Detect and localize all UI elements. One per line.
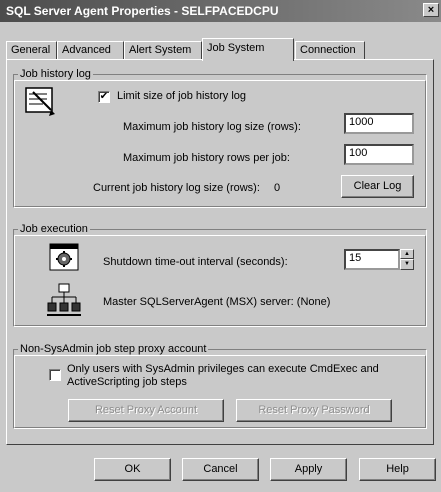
job-execution-legend: Job execution bbox=[20, 223, 88, 235]
spin-up-icon[interactable]: ▲ bbox=[400, 249, 414, 259]
max-per-job-label: Maximum job history rows per job: bbox=[123, 152, 290, 164]
ok-button[interactable]: OK bbox=[94, 458, 171, 481]
shutdown-timeout-input[interactable]: 15 bbox=[344, 249, 400, 270]
msx-server-icon bbox=[47, 283, 81, 316]
apply-button[interactable]: Apply bbox=[270, 458, 347, 481]
tab-advanced[interactable]: Advanced bbox=[57, 41, 124, 60]
current-size-value: 0 bbox=[274, 182, 281, 194]
max-size-input[interactable]: 1000 bbox=[344, 113, 414, 134]
max-per-job-input[interactable]: 100 bbox=[344, 144, 414, 165]
only-sysadmin-label-line1: Only users with SysAdmin privileges can … bbox=[67, 363, 379, 375]
cancel-button[interactable]: Cancel bbox=[182, 458, 259, 481]
title-bar: SQL Server Agent Properties - SELFPACEDC… bbox=[0, 0, 441, 22]
limit-size-label: Limit size of job history log bbox=[117, 90, 246, 102]
tab-connection[interactable]: Connection bbox=[295, 41, 365, 60]
tab-alert-system[interactable]: Alert System bbox=[124, 41, 202, 60]
shutdown-timeout-spinner[interactable]: ▲ ▼ bbox=[400, 249, 414, 270]
close-button[interactable]: × bbox=[423, 3, 439, 17]
spin-down-icon[interactable]: ▼ bbox=[400, 259, 414, 270]
job-history-legend: Job history log bbox=[20, 68, 91, 80]
only-sysadmin-checkbox[interactable] bbox=[49, 369, 61, 381]
tab-panel: Job history log ✔ Limit size of job hist… bbox=[6, 59, 434, 445]
job-history-icon bbox=[25, 87, 55, 116]
shutdown-timeout-label: Shutdown time-out interval (seconds): bbox=[103, 256, 288, 268]
properties-window: SQL Server Agent Properties - SELFPACEDC… bbox=[0, 0, 441, 492]
proxy-account-legend: Non-SysAdmin job step proxy account bbox=[20, 343, 207, 355]
help-button[interactable]: Help bbox=[359, 458, 436, 481]
msx-server-label: Master SQLServerAgent (MSX) server: (Non… bbox=[103, 296, 331, 308]
only-sysadmin-label-line2: ActiveScripting job steps bbox=[67, 376, 187, 388]
service-gear-icon bbox=[49, 243, 79, 271]
clear-log-button[interactable]: Clear Log bbox=[341, 175, 414, 198]
limit-size-checkbox[interactable]: ✔ bbox=[98, 91, 110, 103]
current-size-label: Current job history log size (rows): bbox=[93, 182, 260, 194]
reset-proxy-password-button[interactable]: Reset Proxy Password bbox=[236, 399, 392, 422]
tab-general[interactable]: General bbox=[6, 41, 57, 60]
window-title: SQL Server Agent Properties - SELFPACEDC… bbox=[6, 4, 279, 18]
close-icon: × bbox=[427, 4, 435, 16]
reset-proxy-account-button[interactable]: Reset Proxy Account bbox=[68, 399, 224, 422]
max-size-label: Maximum job history log size (rows): bbox=[123, 121, 301, 133]
tab-job-system[interactable]: Job System bbox=[202, 38, 294, 61]
check-mark-icon: ✔ bbox=[99, 91, 109, 102]
